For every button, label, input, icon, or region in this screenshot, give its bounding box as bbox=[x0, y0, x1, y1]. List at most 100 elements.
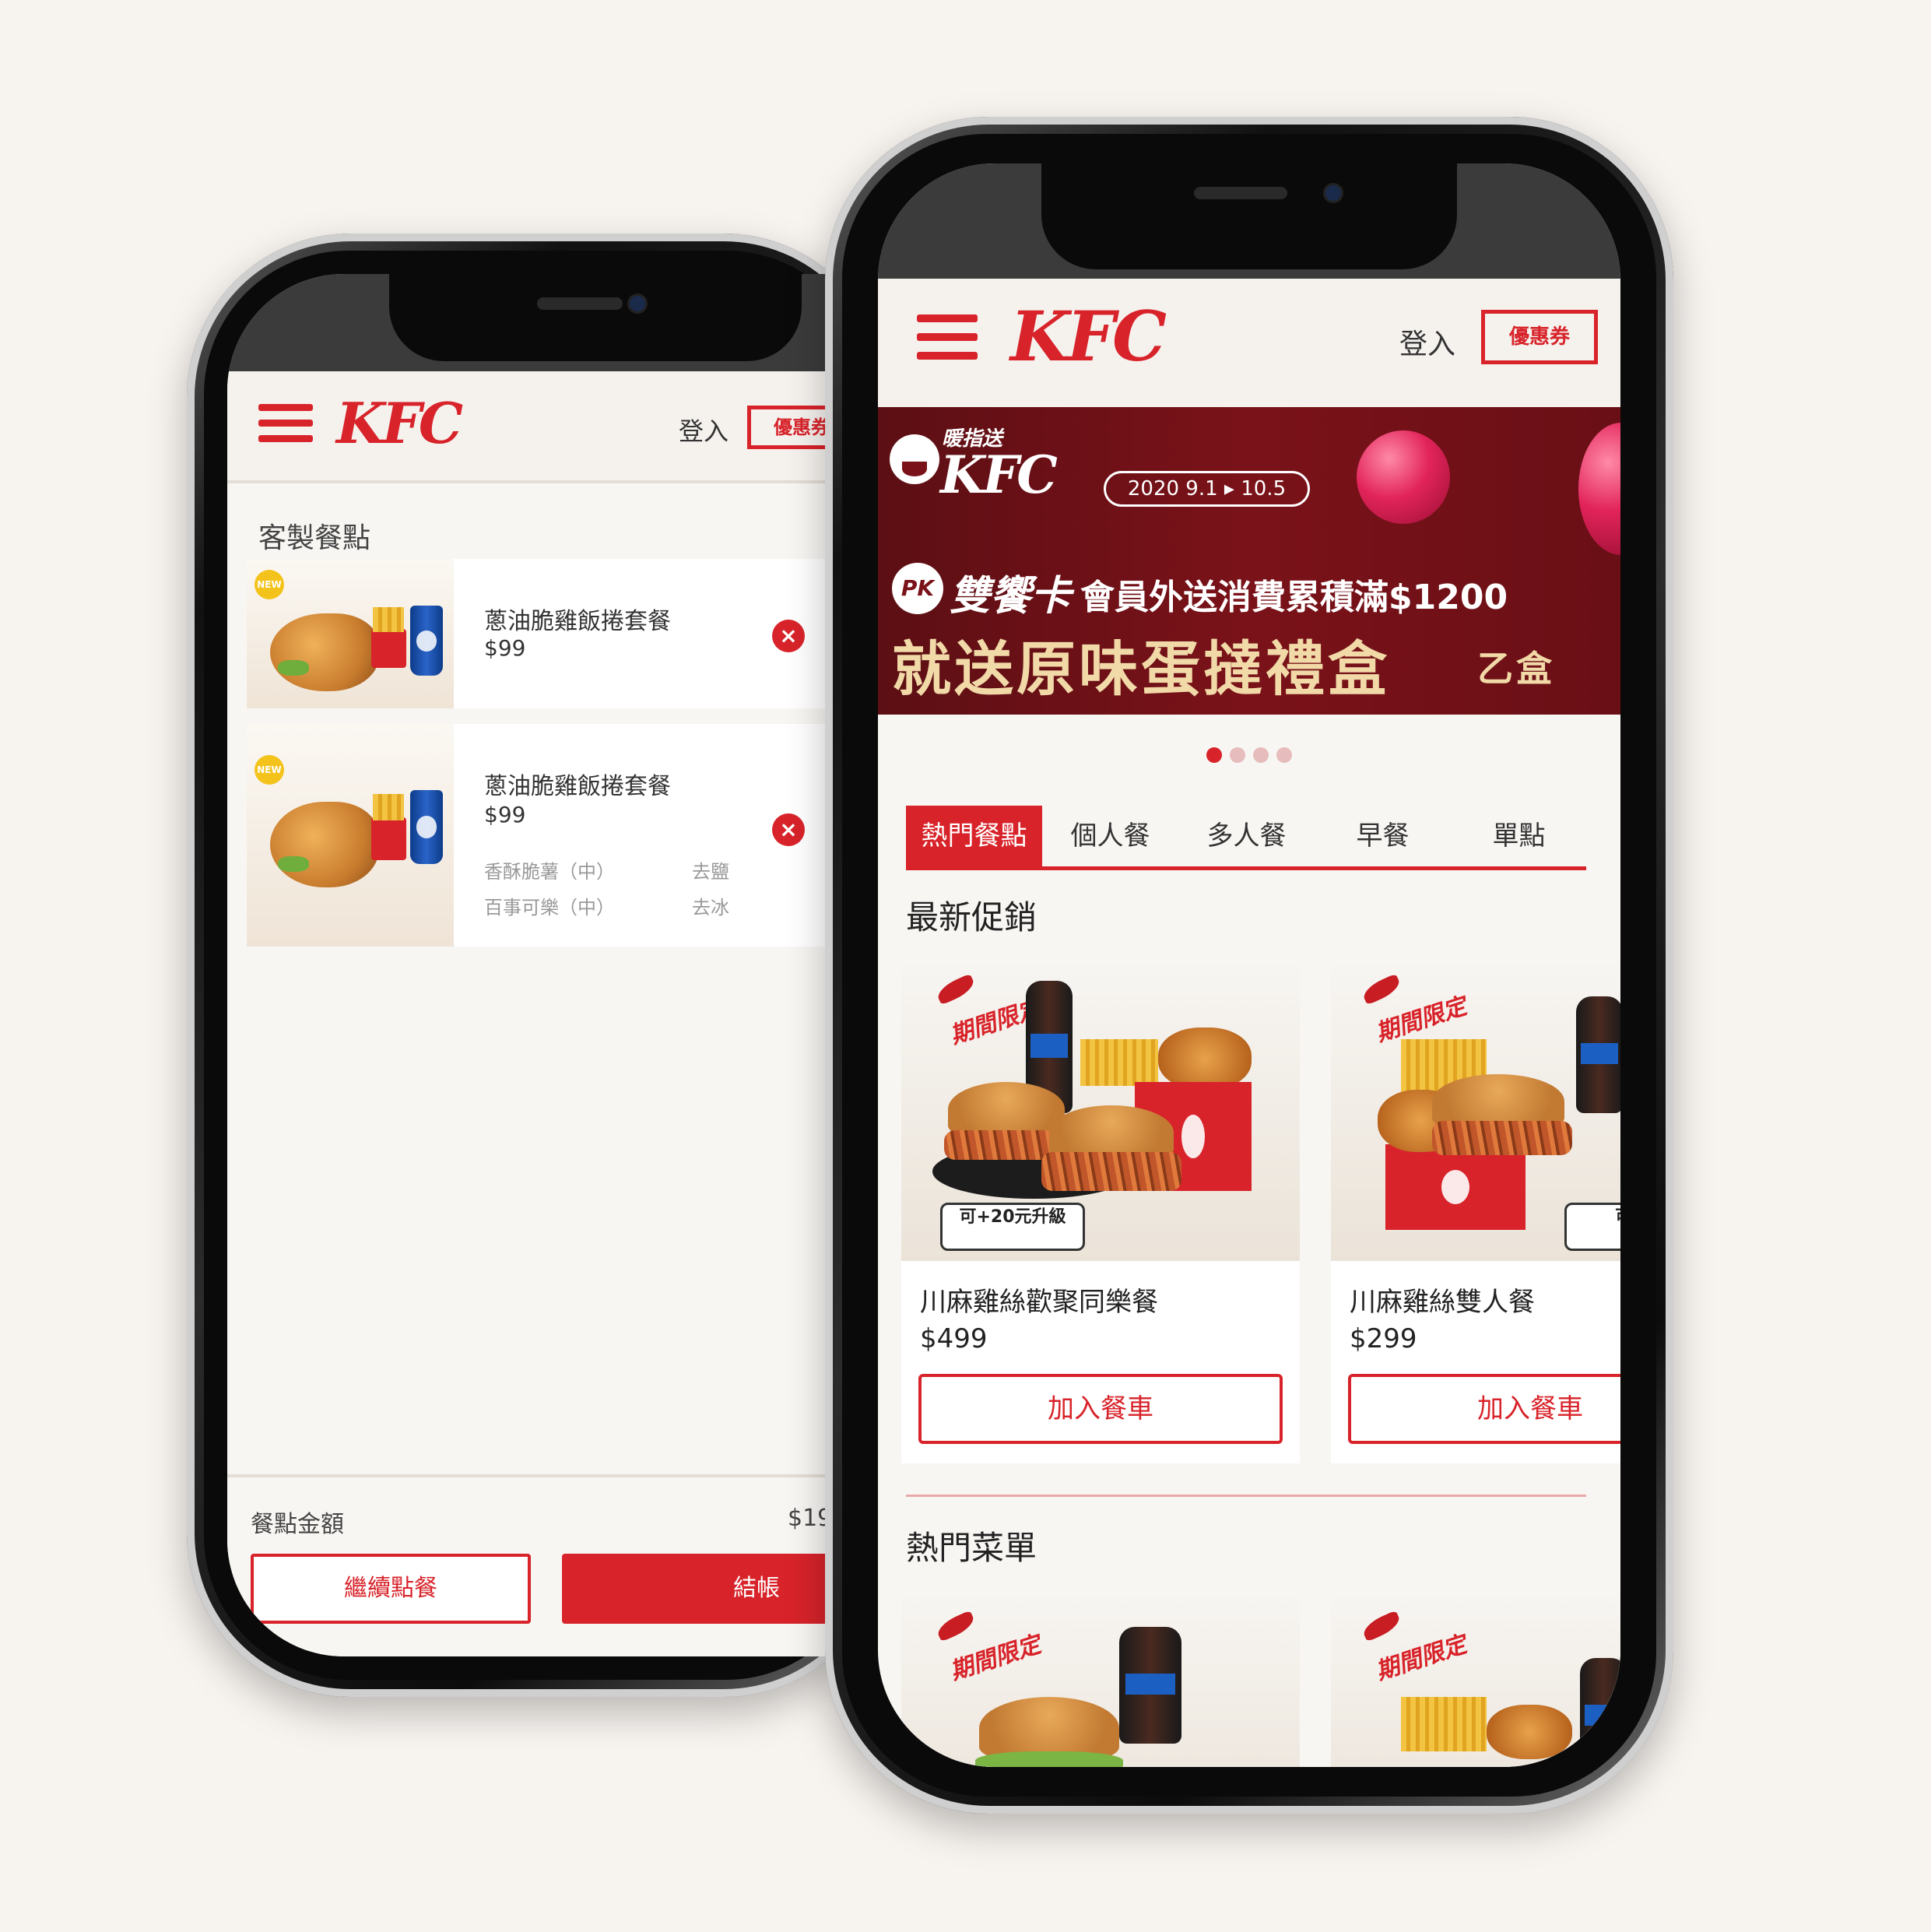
left-kfc-logo[interactable]: KFC bbox=[336, 390, 463, 456]
banner-line1-brand: 雙饗卡 bbox=[950, 573, 1072, 620]
section-divider bbox=[906, 1495, 1586, 1497]
menu-card[interactable]: 期間限定 bbox=[901, 1596, 1300, 1767]
promo-card-price: $299 bbox=[1350, 1323, 1417, 1354]
new-badge-icon: NEW bbox=[255, 570, 284, 599]
left-phone: KFC 登入 優惠券 客製餐點 NEW 蔥油脆雞飯捲套餐 $99 × NEW 蔥… bbox=[187, 234, 1068, 1697]
add-to-cart-button[interactable]: 加入餐車 bbox=[918, 1374, 1283, 1444]
carousel-dot[interactable] bbox=[1206, 747, 1222, 763]
food-drink-cup bbox=[410, 790, 443, 864]
burger-lettuce bbox=[975, 1751, 1123, 1767]
cart-section-title: 客製餐點 bbox=[258, 522, 371, 554]
left-speaker bbox=[537, 297, 623, 310]
food-leaf bbox=[278, 660, 309, 676]
promo-card: 期間限定 可+20元升級 川麻雞絲歡聚同樂餐 $499 加入餐車 bbox=[901, 965, 1300, 1463]
right-speaker bbox=[1194, 187, 1287, 199]
tab-personal[interactable]: 個人餐 bbox=[1042, 806, 1178, 866]
promo-banner[interactable]: 暖指送 KFC 2020 9.1 ▸ 10.5 PK 雙饗卡 會員外送消費累積滿… bbox=[878, 407, 1620, 715]
drink-bottle bbox=[1580, 1658, 1620, 1767]
food-chicken bbox=[1487, 1705, 1572, 1759]
limited-tag: 期間限定 bbox=[1372, 1631, 1470, 1686]
tab-single[interactable]: 單點 bbox=[1451, 806, 1587, 866]
kfc-box bbox=[1385, 1144, 1525, 1230]
cart-item-image: NEW bbox=[247, 559, 454, 708]
colonel-logo-icon bbox=[890, 434, 939, 484]
food-fries bbox=[1401, 1697, 1487, 1751]
category-tabs: 熱門餐點 個人餐 多人餐 早餐 單點 bbox=[906, 806, 1586, 870]
cart-item-name: 蔥油脆雞飯捲套餐 bbox=[484, 608, 671, 635]
total-label: 餐點金額 bbox=[251, 1511, 344, 1538]
banner-ball-decoration bbox=[1357, 430, 1450, 524]
food-chicken bbox=[1158, 1027, 1252, 1090]
right-kfc-logo[interactable]: KFC bbox=[1010, 296, 1167, 377]
burger-patty bbox=[1432, 1121, 1572, 1155]
food-wrap bbox=[270, 802, 379, 887]
chili-icon bbox=[1360, 973, 1403, 1006]
chili-icon bbox=[934, 973, 978, 1006]
promo-card-image[interactable]: 期間限定 可+2 bbox=[1331, 965, 1620, 1261]
food-drink-cup bbox=[410, 606, 443, 676]
menu-card-image: 期間限定 bbox=[901, 1596, 1300, 1767]
chili-icon bbox=[1360, 1610, 1403, 1642]
carousel-dots bbox=[1206, 747, 1300, 766]
carousel-dot[interactable] bbox=[1230, 747, 1245, 763]
cart-item-name: 蔥油脆雞飯捲套餐 bbox=[484, 773, 671, 800]
right-menu-icon[interactable] bbox=[917, 314, 978, 360]
left-menu-icon[interactable] bbox=[258, 404, 313, 442]
carousel-dot[interactable] bbox=[1276, 747, 1292, 763]
drink-bottle bbox=[1119, 1627, 1181, 1744]
upgrade-badge: 可+20元升級 bbox=[940, 1203, 1085, 1251]
left-camera bbox=[627, 293, 648, 314]
banner-line2-small: 乙盒 bbox=[1477, 648, 1555, 690]
left-notch bbox=[389, 274, 802, 361]
chili-icon bbox=[934, 1610, 978, 1642]
burger-patty bbox=[1041, 1152, 1181, 1191]
food-fries-box bbox=[371, 817, 406, 860]
right-phone-screen: KFC 登入 優惠券 暖指送 KFC 2020 9.1 ▸ 10.5 PK 雙饗… bbox=[878, 163, 1620, 1767]
left-login-link[interactable]: 登入 bbox=[679, 412, 729, 448]
food-fries bbox=[373, 794, 404, 820]
right-notch bbox=[1041, 163, 1457, 269]
carousel-dot[interactable] bbox=[1253, 747, 1269, 763]
continue-ordering-button[interactable]: 繼續點餐 bbox=[251, 1554, 531, 1624]
right-phone: KFC 登入 優惠券 暖指送 KFC 2020 9.1 ▸ 10.5 PK 雙饗… bbox=[825, 117, 1673, 1814]
tab-breakfast[interactable]: 早餐 bbox=[1315, 806, 1451, 866]
right-login-link[interactable]: 登入 bbox=[1399, 321, 1455, 362]
food-fries bbox=[373, 607, 404, 632]
right-coupon-button[interactable]: 優惠券 bbox=[1481, 310, 1598, 364]
limited-tag: 期間限定 bbox=[946, 1631, 1044, 1686]
tab-hot[interactable]: 熱門餐點 bbox=[906, 806, 1042, 866]
promo-section-title: 最新促銷 bbox=[906, 898, 1037, 936]
banner-ball-decoration bbox=[1578, 423, 1620, 555]
upgrade-badge: 可+2 bbox=[1564, 1203, 1620, 1251]
burger-bun bbox=[979, 1697, 1119, 1759]
banner-kfc-logo: KFC bbox=[940, 444, 1058, 505]
promo-card-name: 川麻雞絲雙人餐 bbox=[1350, 1287, 1535, 1318]
cart-item-option-mod: 去冰 bbox=[692, 897, 729, 919]
food-fries-box bbox=[371, 629, 406, 668]
promo-card-image[interactable]: 期間限定 可+20元升級 bbox=[901, 965, 1300, 1261]
menu-card[interactable]: 期間限定 bbox=[1331, 1596, 1620, 1767]
banner-line1-text: 會員外送消費累積滿$1200 bbox=[1080, 578, 1508, 617]
cart-item-price: $99 bbox=[484, 635, 526, 661]
remove-item-icon[interactable]: × bbox=[772, 813, 805, 846]
tab-group[interactable]: 多人餐 bbox=[1178, 806, 1315, 866]
banner-line2-main: 就送原味蛋撻禮盒 bbox=[892, 634, 1390, 704]
menu-section-title: 熱門菜單 bbox=[906, 1529, 1037, 1567]
promo-card: 期間限定 可+2 川麻雞絲雙人餐 $299 加入餐車 bbox=[1331, 965, 1620, 1463]
food-wrap bbox=[270, 613, 379, 691]
right-camera bbox=[1323, 183, 1343, 203]
cart-item-option: 香酥脆薯（中） bbox=[484, 861, 615, 883]
menu-card-image: 期間限定 bbox=[1331, 1596, 1620, 1767]
cart-item-image: NEW bbox=[247, 724, 454, 947]
burger-bun bbox=[948, 1082, 1065, 1136]
cart-item-price: $99 bbox=[484, 802, 526, 827]
promo-card-price: $499 bbox=[920, 1323, 988, 1354]
banner-date: 2020 9.1 ▸ 10.5 bbox=[1104, 471, 1310, 507]
cart-item-option-mod: 去鹽 bbox=[692, 861, 729, 883]
right-header: KFC 登入 優惠券 bbox=[878, 279, 1620, 407]
add-to-cart-button[interactable]: 加入餐車 bbox=[1348, 1374, 1620, 1444]
remove-item-icon[interactable]: × bbox=[772, 620, 805, 652]
promo-card-name: 川麻雞絲歡聚同樂餐 bbox=[920, 1287, 1158, 1318]
pk-card-icon: PK bbox=[892, 563, 943, 614]
cart-item-option: 百事可樂（中） bbox=[484, 897, 615, 919]
